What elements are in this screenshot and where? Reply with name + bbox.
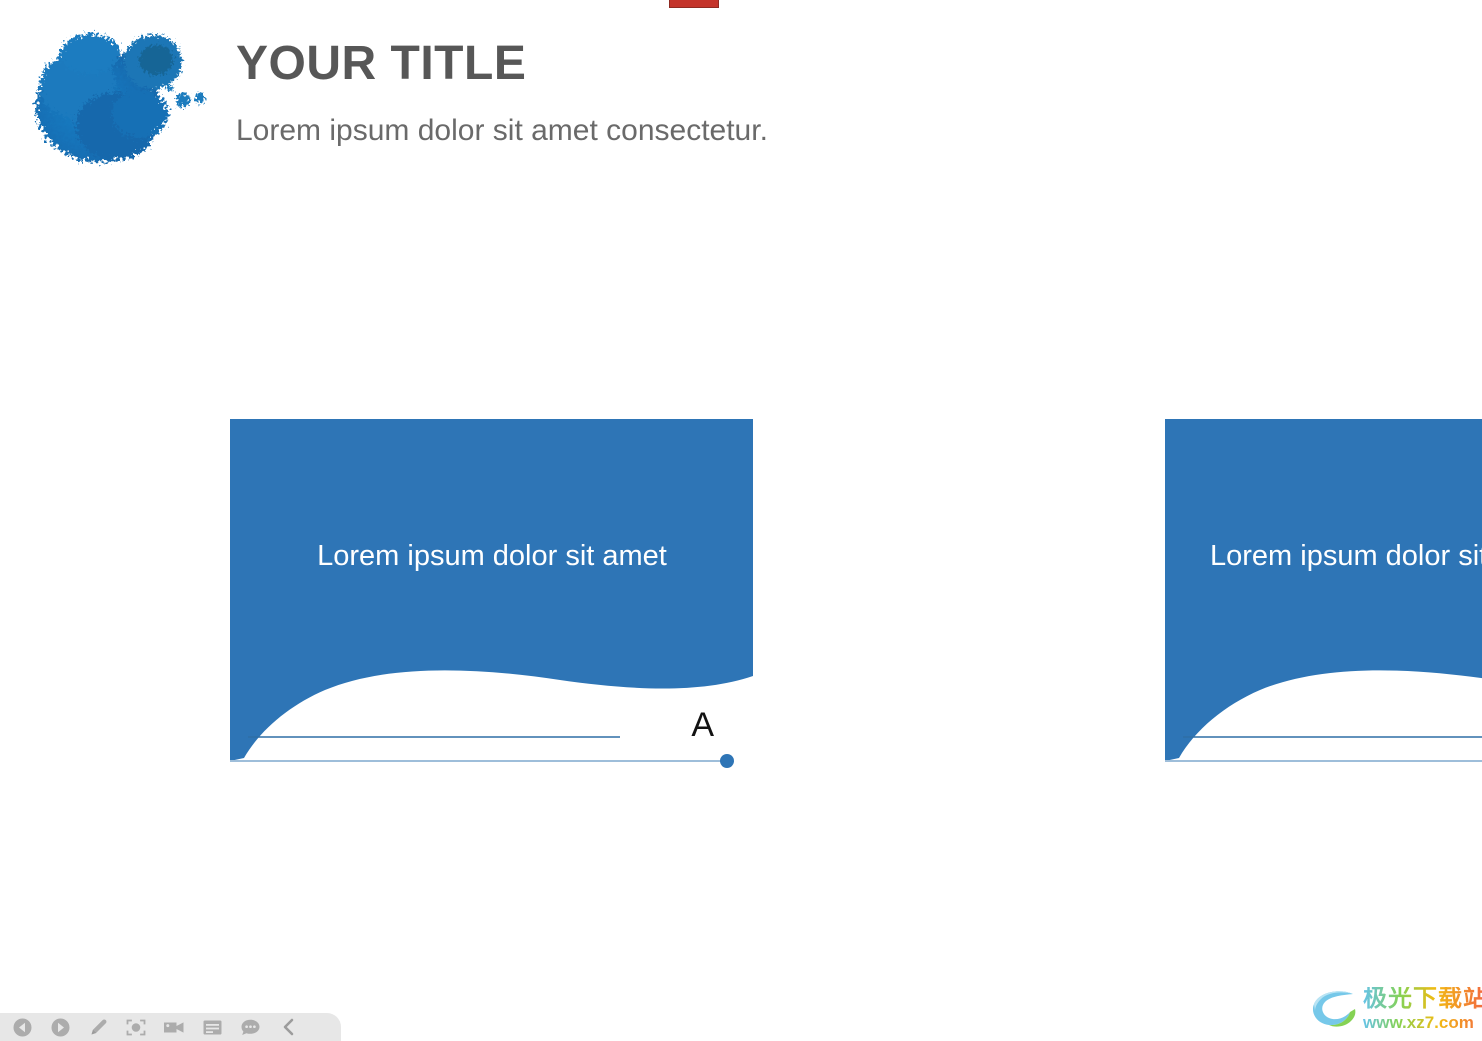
slide-header: YOUR TITLE Lorem ipsum dolor sit amet co…	[0, 0, 1000, 200]
watermark-logo-icon	[1309, 986, 1359, 1032]
video-button[interactable]	[162, 1016, 186, 1038]
notes-icon	[202, 1019, 223, 1036]
pen-icon	[88, 1018, 109, 1037]
wave-card-1[interactable]: Lorem ipsum dolor sit amet A	[230, 418, 754, 768]
wave-card-2[interactable]: Lorem ipsum dolor sit amet	[1165, 418, 1482, 763]
wave-card-label: Lorem ipsum dolor sit amet	[1210, 540, 1482, 572]
site-watermark: 极光下载站 www.xz7.com	[1309, 983, 1482, 1035]
pen-tool-button[interactable]	[86, 1016, 110, 1038]
watermark-text-block: 极光下载站 www.xz7.com	[1363, 987, 1482, 1032]
previous-icon	[13, 1018, 32, 1037]
wave-card-label: Lorem ipsum dolor sit amet	[317, 540, 667, 572]
playback-toolbar	[0, 1013, 341, 1041]
next-icon	[51, 1018, 70, 1037]
blue-watercolor-splatter-icon	[20, 14, 210, 179]
wave-card-letter: A	[691, 706, 714, 744]
spotlight-icon	[126, 1018, 146, 1037]
ellipsis-icon	[240, 1018, 261, 1037]
watermark-cn-text: 极光下载站	[1363, 987, 1482, 1011]
more-options-button[interactable]	[238, 1016, 262, 1038]
video-camera-icon	[163, 1019, 185, 1036]
next-slide-button[interactable]	[48, 1016, 72, 1038]
notes-button[interactable]	[200, 1016, 224, 1038]
chevron-left-icon	[281, 1018, 296, 1036]
page-title: YOUR TITLE	[236, 37, 527, 90]
previous-slide-button[interactable]	[10, 1016, 34, 1038]
slide-stage: YOUR TITLE Lorem ipsum dolor sit amet co…	[0, 0, 1482, 1041]
watermark-url-text: www.xz7.com	[1363, 1014, 1482, 1031]
title-block: YOUR TITLE Lorem ipsum dolor sit amet co…	[236, 36, 768, 149]
page-subtitle: Lorem ipsum dolor sit amet consectetur.	[236, 114, 768, 148]
collapse-toolbar-button[interactable]	[276, 1016, 300, 1038]
spotlight-button[interactable]	[124, 1016, 148, 1038]
